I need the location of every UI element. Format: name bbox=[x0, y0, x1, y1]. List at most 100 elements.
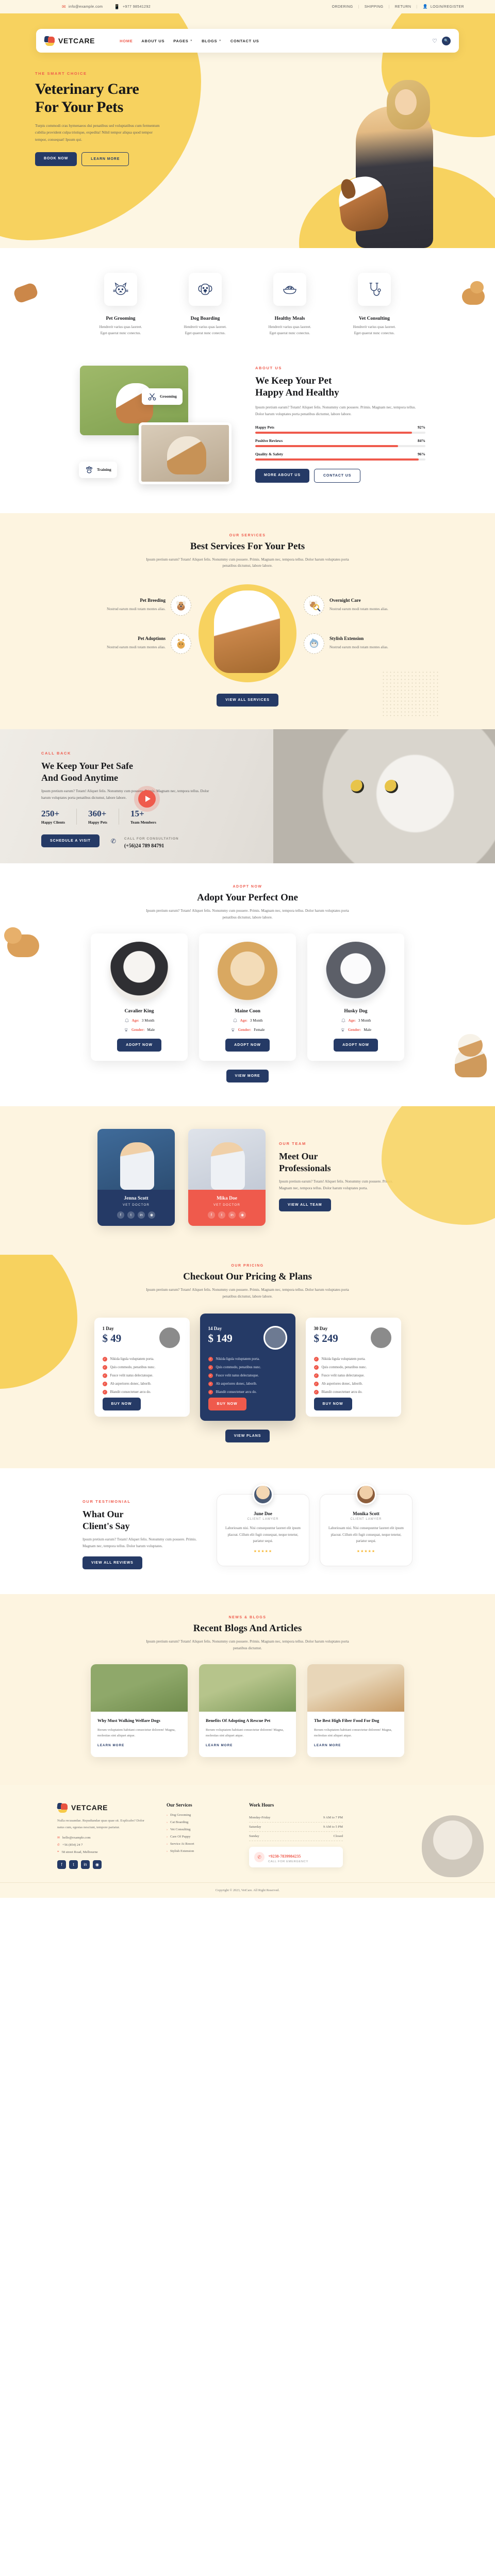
adopt-now-button[interactable]: ADOPT NOW bbox=[225, 1039, 270, 1052]
testimonials-section: OUR TESTIMONIAL What Our Client's Say Ip… bbox=[0, 1468, 495, 1595]
instagram-icon[interactable]: ◉ bbox=[93, 1860, 102, 1869]
plan-features: ✓ Nikida ligula voluptatem porta. ✓ Quis… bbox=[102, 1357, 182, 1395]
blog-section: NEWS & BLOGS Recent Blogs And Articles I… bbox=[0, 1594, 495, 1785]
view-all-team-button[interactable]: VIEW ALL TEAM bbox=[279, 1199, 331, 1212]
book-now-button[interactable]: BOOK NOW bbox=[35, 152, 77, 167]
facebook-icon[interactable]: f bbox=[117, 1211, 124, 1219]
more-about-us-button[interactable]: MORE ABOUT US bbox=[255, 468, 309, 483]
footer-email[interactable]: ✉ hello@example.com bbox=[57, 1836, 149, 1840]
search-icon[interactable]: 🔍 bbox=[442, 36, 451, 45]
paw-icon bbox=[231, 1028, 235, 1032]
plan-price: $ 49 bbox=[102, 1332, 122, 1345]
blog-card-2[interactable]: Benefits Of Adopting A Rescue Pet Rerum … bbox=[199, 1664, 296, 1758]
bell-icon bbox=[233, 1019, 237, 1023]
topbar-login-register[interactable]: 👤 LOGIN/REGISTER bbox=[423, 5, 465, 9]
pet-card-maine-coon[interactable]: Maine Coon Age: 3 Month Gender: Female A… bbox=[199, 933, 296, 1061]
facebook-icon[interactable]: f bbox=[57, 1860, 66, 1869]
topbar-link-return[interactable]: RETURN bbox=[395, 5, 411, 9]
footer-brand[interactable]: VETCARE bbox=[57, 1802, 149, 1813]
learn-more-link[interactable]: LEARN MORE bbox=[206, 1744, 233, 1747]
service-overnight-care[interactable]: Overnight Care Nostrud earum modi totam … bbox=[304, 595, 405, 616]
footer-service-link[interactable]: › Vet Consulting bbox=[167, 1828, 232, 1831]
adopt-now-button[interactable]: ADOPT NOW bbox=[334, 1039, 378, 1052]
pet-card-cavalier-king[interactable]: Cavalier King Age: 3 Month Gender: Male … bbox=[91, 933, 188, 1061]
footer-service-link[interactable]: › Service At Resort bbox=[167, 1842, 232, 1846]
service-pet-adoptions[interactable]: Pet Adoptions Nostrud earum modi totam m… bbox=[90, 633, 191, 654]
topbar-link-shipping[interactable]: SHIPPING bbox=[365, 5, 384, 9]
pricing-card-14-day[interactable]: 14 Day $ 149 ✓ Nikida ligula voluptatem … bbox=[200, 1314, 295, 1421]
twitter-icon[interactable]: t bbox=[69, 1860, 78, 1869]
linkedin-icon[interactable]: in bbox=[81, 1860, 90, 1869]
nav-item-about-us[interactable]: ABOUT US bbox=[141, 39, 164, 43]
instagram-icon[interactable]: ◉ bbox=[239, 1211, 246, 1219]
nav-item-contact-us[interactable]: CONTACT US bbox=[230, 39, 259, 43]
facebook-icon[interactable]: f bbox=[208, 1211, 215, 1219]
footer-address: ⌖ 58 street Road, Melbourne bbox=[57, 1850, 98, 1855]
pricing-card-1-day[interactable]: 1 Day $ 49 ✓ Nikida ligula voluptatem po… bbox=[94, 1318, 190, 1417]
learn-more-link[interactable]: LEARN MORE bbox=[314, 1744, 341, 1747]
service-card-vet-consulting[interactable]: Vet Consulting Hendrerit varius quas lao… bbox=[343, 273, 405, 337]
topbar-email[interactable]: ✉ info@example.com bbox=[62, 4, 103, 9]
buy-now-button[interactable]: BUY NOW bbox=[208, 1398, 246, 1411]
topbar-email-text: info@example.com bbox=[68, 5, 103, 9]
view-all-services-button[interactable]: VIEW ALL SERVICES bbox=[217, 694, 278, 707]
team-card-jenna-scott[interactable]: Jenna Scott VET DOCTOR ft in ◉ bbox=[97, 1129, 175, 1226]
footer-emergency-call[interactable]: ✆ +9238-7839984235 CALL FOR EMERGENCY bbox=[249, 1847, 343, 1868]
service-title: Pet Grooming bbox=[106, 316, 136, 321]
service-pet-breeding[interactable]: Pet Breeding Nostrud earum modi totam mo… bbox=[90, 595, 191, 616]
nav-item-blogs[interactable]: BLOGS ▼ bbox=[202, 39, 222, 43]
pricing-section: OUR PRICING Checkout Our Pricing & Plans… bbox=[0, 1255, 495, 1469]
service-card-pet-grooming[interactable]: Pet Grooming Hendrerit varius quas laore… bbox=[90, 273, 152, 337]
chevron-right-icon: › bbox=[167, 1813, 168, 1817]
callback-title: We Keep Your Pet Safe And Good Anytime bbox=[41, 761, 133, 783]
schedule-a-visit-button[interactable]: SCHEDULE A VISIT bbox=[41, 834, 100, 848]
about-content: ABOUT US We Keep Your Pet Happy And Heal… bbox=[255, 366, 425, 484]
buy-now-button[interactable]: BUY NOW bbox=[314, 1398, 352, 1411]
nav-item-pages[interactable]: PAGES ▼ bbox=[173, 39, 193, 43]
pet-name: Maine Coon bbox=[235, 1009, 260, 1014]
footer-service-link[interactable]: › Stylish Extension bbox=[167, 1849, 232, 1853]
team-card-mika-doe[interactable]: Mika Doe VET DOCTOR ft in ◉ bbox=[188, 1129, 266, 1226]
footer-phone[interactable]: ✆ +56 (854) 24 7 bbox=[57, 1843, 149, 1847]
twitter-icon[interactable]: t bbox=[127, 1211, 135, 1219]
linkedin-icon[interactable]: in bbox=[228, 1211, 236, 1219]
footer-service-link[interactable]: › Cat Boarding bbox=[167, 1820, 232, 1824]
footer-service-link[interactable]: › Care Of Puppy bbox=[167, 1835, 232, 1839]
blog-card-3[interactable]: The Best High Fiber Food For Dog Rerum v… bbox=[307, 1664, 404, 1758]
location-pin-icon: ⌖ bbox=[57, 1850, 59, 1854]
topbar-phone[interactable]: 📱 +977 98541292 bbox=[114, 4, 151, 9]
service-stylish-extension[interactable]: Stylish Extension Nostrud earum modi tot… bbox=[304, 633, 405, 654]
services-grid: Pet Breeding Nostrud earum modi totam mo… bbox=[0, 582, 495, 685]
nav-item-home[interactable]: HOME bbox=[120, 39, 133, 43]
blog-card-1[interactable]: Why Must Walking Welfare Dogs Rerum volu… bbox=[91, 1664, 188, 1758]
brand-logo-link[interactable]: VETCARE bbox=[44, 36, 95, 46]
topbar-link-ordering[interactable]: ORDERING bbox=[332, 5, 353, 9]
service-card-dog-boarding[interactable]: Dog Boarding Hendrerit varius quas laore… bbox=[174, 273, 236, 337]
learn-more-button[interactable]: LEARN MORE bbox=[81, 152, 129, 167]
view-more-button[interactable]: VIEW MORE bbox=[226, 1070, 269, 1083]
pet-card-husky-dog[interactable]: Husky Dog Age: 3 Month Gender: Male ADOP… bbox=[307, 933, 404, 1061]
contact-us-button[interactable]: CONTACT US bbox=[314, 468, 361, 483]
learn-more-link[interactable]: LEARN MORE bbox=[97, 1744, 124, 1747]
view-all-reviews-button[interactable]: VIEW ALL REVIEWS bbox=[82, 1556, 142, 1570]
user-icon: 👤 bbox=[422, 4, 428, 9]
footer-service-link[interactable]: › Dog Grooming bbox=[167, 1813, 232, 1817]
buy-now-button[interactable]: BUY NOW bbox=[102, 1398, 141, 1411]
progress-fill bbox=[255, 431, 412, 434]
adopt-now-button[interactable]: ADOPT NOW bbox=[117, 1039, 161, 1052]
services-heading: OUR SERVICES Best Services For Your Pets… bbox=[0, 534, 495, 570]
callback-phone[interactable]: ✆ CALL FOR CONSULTATION (+56)24 789 8479… bbox=[106, 833, 179, 849]
pricing-paragraph: Ipsum pretium earum? Totam! Aliquet feli… bbox=[146, 1288, 349, 1299]
view-plans-button[interactable]: VIEW PLANS bbox=[225, 1430, 270, 1443]
service-icons-section: Pet Grooming Hendrerit varius quas laore… bbox=[0, 248, 495, 359]
hero-title-line1: Veterinary Care bbox=[35, 80, 139, 97]
phone-icon: 📱 bbox=[114, 4, 120, 9]
service-card-healthy-meals[interactable]: Healthy Meals Hendrerit varius quas laor… bbox=[259, 273, 321, 337]
instagram-icon[interactable]: ◉ bbox=[148, 1211, 155, 1219]
pricing-eyebrow: OUR PRICING bbox=[231, 1264, 264, 1268]
linkedin-icon[interactable]: in bbox=[138, 1211, 145, 1219]
heart-icon[interactable]: ♡ bbox=[432, 38, 437, 44]
cat-decoration bbox=[459, 278, 487, 305]
pricing-card-30-day[interactable]: 30 Day $ 249 ✓ Nikida ligula voluptatem … bbox=[305, 1318, 401, 1417]
twitter-icon[interactable]: t bbox=[218, 1211, 225, 1219]
